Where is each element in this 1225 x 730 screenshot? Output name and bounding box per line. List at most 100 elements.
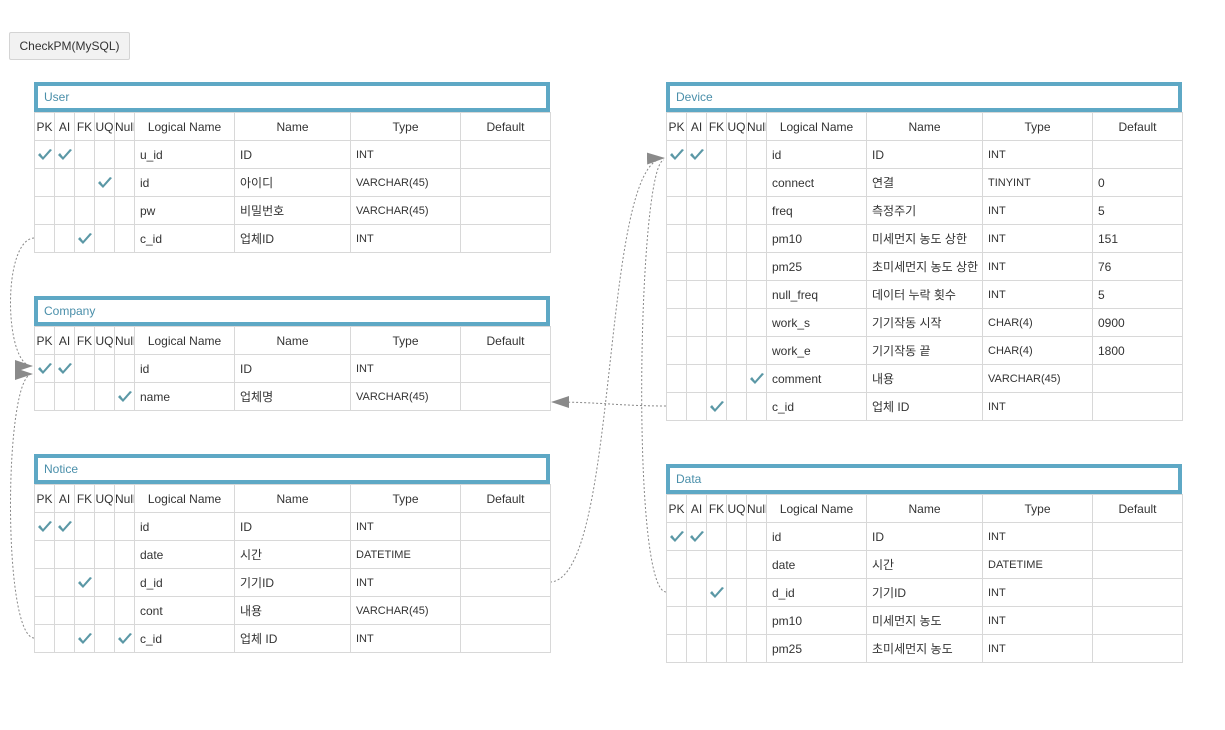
type-cell[interactable]: INT <box>982 522 1093 551</box>
pk-flag-cell[interactable] <box>34 354 55 383</box>
uq-flag-cell[interactable] <box>94 224 115 253</box>
default-cell[interactable]: 0900 <box>1092 308 1183 337</box>
uq-flag-cell[interactable] <box>726 308 747 337</box>
pk-flag-cell[interactable] <box>666 168 687 197</box>
table-row[interactable]: u_id ID INT <box>34 140 551 169</box>
default-cell[interactable] <box>1092 578 1183 607</box>
logical-name-cell[interactable]: freq <box>766 196 867 225</box>
null-flag-cell[interactable] <box>746 392 767 421</box>
default-cell[interactable] <box>460 140 551 169</box>
fk-flag-cell[interactable] <box>74 196 95 225</box>
logical-name-cell[interactable]: pm10 <box>766 606 867 635</box>
null-flag-cell[interactable] <box>746 364 767 393</box>
type-cell[interactable]: INT <box>350 140 461 169</box>
ai-flag-cell[interactable] <box>686 224 707 253</box>
name-cell[interactable]: 미세먼지 농도 <box>866 606 983 635</box>
ai-flag-cell[interactable] <box>686 168 707 197</box>
table-row[interactable]: connect 연결 TINYINT 0 <box>666 168 1183 197</box>
type-cell[interactable]: TINYINT <box>982 168 1093 197</box>
uq-flag-cell[interactable] <box>726 392 747 421</box>
null-flag-cell[interactable] <box>746 308 767 337</box>
pk-flag-cell[interactable] <box>666 634 687 663</box>
default-cell[interactable] <box>460 540 551 569</box>
logical-name-cell[interactable]: id <box>134 354 235 383</box>
fk-flag-cell[interactable] <box>74 624 95 653</box>
default-cell[interactable] <box>1092 634 1183 663</box>
logical-name-cell[interactable]: id <box>766 140 867 169</box>
type-cell[interactable]: INT <box>982 224 1093 253</box>
type-cell[interactable]: INT <box>982 578 1093 607</box>
name-cell[interactable]: ID <box>234 512 351 541</box>
default-cell[interactable]: 5 <box>1092 280 1183 309</box>
fk-flag-cell[interactable] <box>74 140 95 169</box>
entity-user[interactable]: User PK AI FK UQ Null Logical Name Name Type Defa… <box>34 82 551 253</box>
pk-flag-cell[interactable] <box>666 252 687 281</box>
fk-flag-cell[interactable] <box>706 606 727 635</box>
type-cell[interactable]: DATETIME <box>982 550 1093 579</box>
ai-flag-cell[interactable] <box>686 196 707 225</box>
name-cell[interactable]: 기기ID <box>234 568 351 597</box>
name-cell[interactable]: 업체 ID <box>234 624 351 653</box>
fk-flag-cell[interactable] <box>74 382 95 411</box>
uq-flag-cell[interactable] <box>94 354 115 383</box>
null-flag-cell[interactable] <box>746 280 767 309</box>
uq-flag-cell[interactable] <box>726 224 747 253</box>
entity-device[interactable]: Device PK AI FK UQ Null Logical Name Name Type De… <box>666 82 1183 421</box>
null-flag-cell[interactable] <box>746 168 767 197</box>
ai-flag-cell[interactable] <box>686 606 707 635</box>
table-row[interactable]: name 업체명 VARCHAR(45) <box>34 382 551 411</box>
name-cell[interactable]: 시간 <box>234 540 351 569</box>
table-row[interactable]: id ID INT <box>34 512 551 541</box>
default-cell[interactable] <box>1092 550 1183 579</box>
name-cell[interactable]: 기기작동 시작 <box>866 308 983 337</box>
fk-flag-cell[interactable] <box>74 354 95 383</box>
fk-flag-cell[interactable] <box>706 364 727 393</box>
entity-title-bar[interactable]: Company <box>34 296 550 326</box>
entity-data[interactable]: Data PK AI FK UQ Null Logical Name Name Type Defa… <box>666 464 1183 663</box>
default-cell[interactable] <box>460 512 551 541</box>
name-cell[interactable]: 업체ID <box>234 224 351 253</box>
table-row[interactable]: id ID INT <box>666 522 1183 551</box>
table-row[interactable]: d_id 기기ID INT <box>666 578 1183 607</box>
type-cell[interactable]: VARCHAR(45) <box>982 364 1093 393</box>
null-flag-cell[interactable] <box>114 354 135 383</box>
ai-flag-cell[interactable] <box>54 382 75 411</box>
uq-flag-cell[interactable] <box>94 596 115 625</box>
ai-flag-cell[interactable] <box>54 512 75 541</box>
pk-flag-cell[interactable] <box>34 568 55 597</box>
logical-name-cell[interactable]: id <box>766 522 867 551</box>
ai-flag-cell[interactable] <box>686 280 707 309</box>
null-flag-cell[interactable] <box>746 336 767 365</box>
type-cell[interactable]: INT <box>350 354 461 383</box>
type-cell[interactable]: VARCHAR(45) <box>350 382 461 411</box>
pk-flag-cell[interactable] <box>666 550 687 579</box>
table-row[interactable]: id ID INT <box>34 354 551 383</box>
ai-flag-cell[interactable] <box>686 550 707 579</box>
ai-flag-cell[interactable] <box>686 522 707 551</box>
type-cell[interactable]: INT <box>982 140 1093 169</box>
uq-flag-cell[interactable] <box>94 512 115 541</box>
uq-flag-cell[interactable] <box>726 522 747 551</box>
null-flag-cell[interactable] <box>746 140 767 169</box>
fk-flag-cell[interactable] <box>706 634 727 663</box>
ai-flag-cell[interactable] <box>686 336 707 365</box>
type-cell[interactable]: INT <box>350 624 461 653</box>
null-flag-cell[interactable] <box>114 196 135 225</box>
type-cell[interactable]: INT <box>982 634 1093 663</box>
name-cell[interactable]: ID <box>866 522 983 551</box>
ai-flag-cell[interactable] <box>686 634 707 663</box>
ai-flag-cell[interactable] <box>54 168 75 197</box>
null-flag-cell[interactable] <box>114 624 135 653</box>
table-row[interactable]: pm25 초미세먼지 농도 INT <box>666 634 1183 663</box>
null-flag-cell[interactable] <box>746 196 767 225</box>
table-row[interactable]: pm25 초미세먼지 농도 상한 INT 76 <box>666 252 1183 281</box>
default-cell[interactable] <box>460 354 551 383</box>
logical-name-cell[interactable]: c_id <box>134 224 235 253</box>
uq-flag-cell[interactable] <box>726 252 747 281</box>
ai-flag-cell[interactable] <box>54 540 75 569</box>
pk-flag-cell[interactable] <box>666 224 687 253</box>
name-cell[interactable]: 연결 <box>866 168 983 197</box>
fk-flag-cell[interactable] <box>706 280 727 309</box>
uq-flag-cell[interactable] <box>726 550 747 579</box>
table-row[interactable]: id 아이디 VARCHAR(45) <box>34 168 551 197</box>
